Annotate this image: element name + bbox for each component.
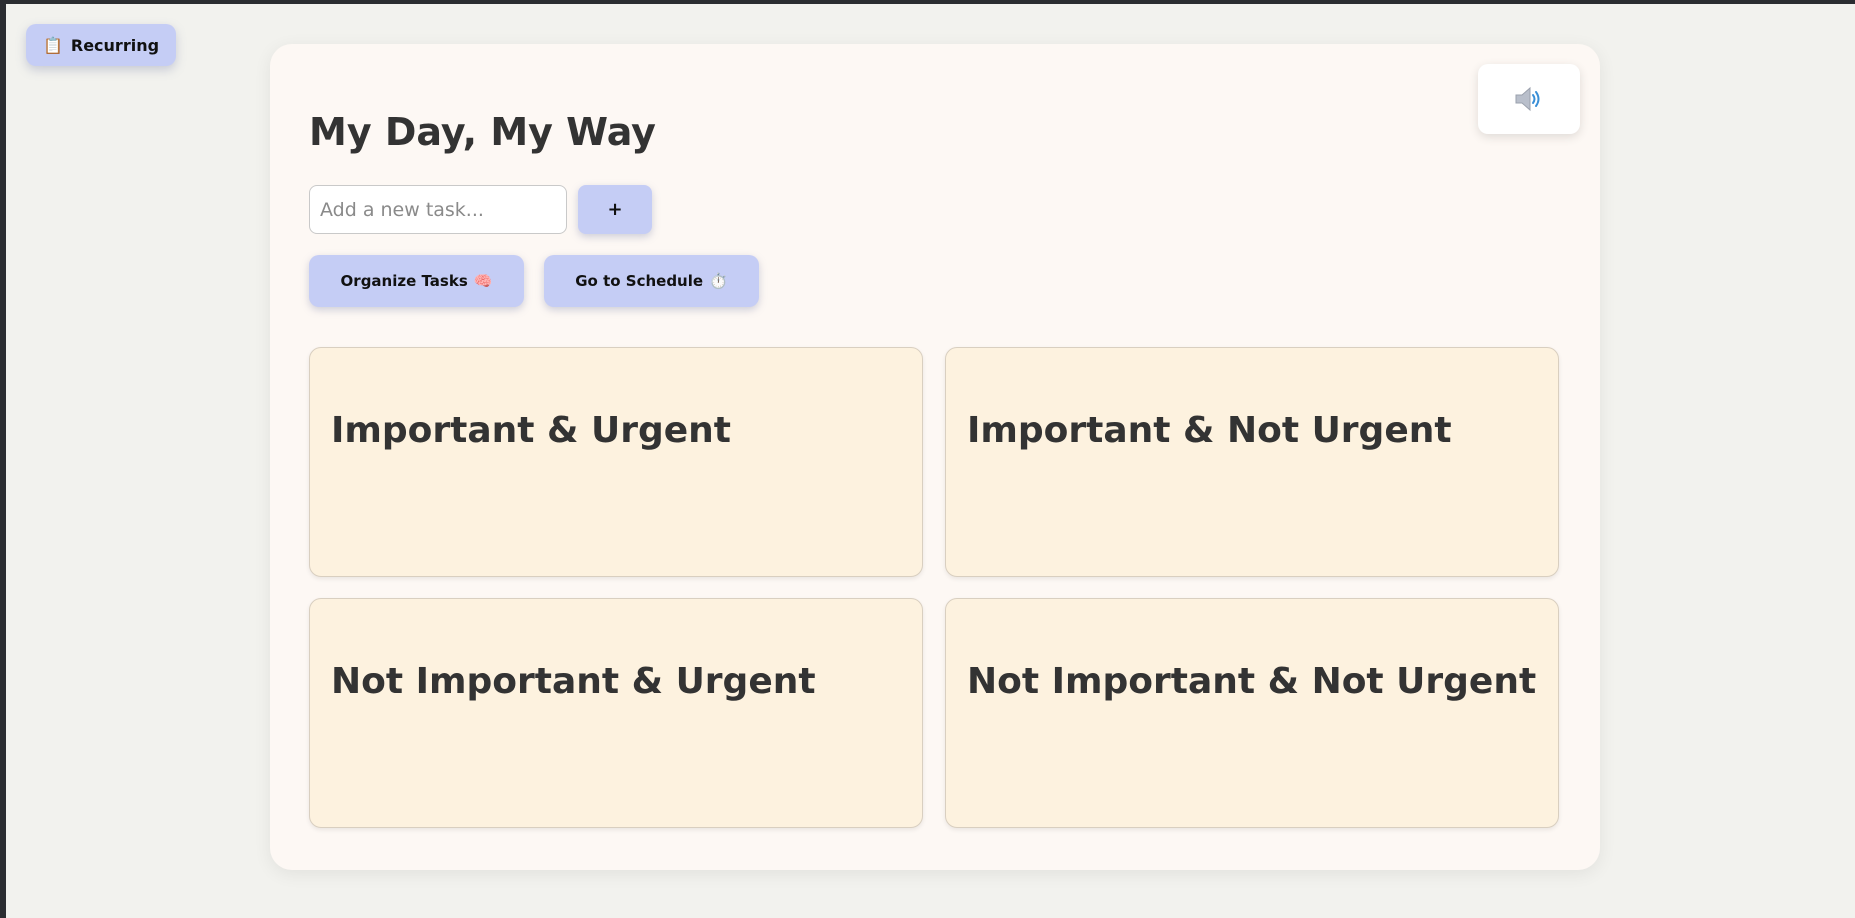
sound-toggle-button[interactable] (1478, 64, 1580, 134)
quadrant-title: Important & Urgent (331, 410, 731, 451)
quadrant-title: Not Important & Not Urgent (967, 661, 1537, 702)
window-top-edge (0, 0, 1855, 4)
organize-tasks-label: Organize Tasks (340, 272, 468, 290)
go-to-schedule-button[interactable]: Go to Schedule ⏱️ (544, 255, 759, 307)
add-task-button[interactable]: + (578, 185, 652, 234)
new-task-input[interactable] (309, 185, 567, 234)
recurring-button[interactable]: 📋 Recurring (26, 24, 176, 66)
speaker-icon (1515, 86, 1540, 112)
clipboard-icon: 📋 (42, 35, 63, 55)
main-card: My Day, My Way + Organize Tasks 🧠 Go to … (270, 44, 1600, 870)
quadrant-title: Not Important & Urgent (331, 661, 816, 702)
quadrant-not-important-urgent[interactable]: Not Important & Urgent (309, 598, 923, 828)
quadrant-not-important-not-urgent[interactable]: Not Important & Not Urgent (945, 598, 1559, 828)
recurring-button-label: Recurring (70, 35, 160, 55)
quadrant-important-not-urgent[interactable]: Important & Not Urgent (945, 347, 1559, 577)
quadrant-title: Important & Not Urgent (967, 410, 1452, 451)
go-to-schedule-label: Go to Schedule (575, 272, 704, 290)
window-left-edge (0, 0, 6, 918)
brain-icon: 🧠 (473, 272, 493, 290)
page-title: My Day, My Way (309, 110, 656, 154)
quadrant-important-urgent[interactable]: Important & Urgent (309, 347, 923, 577)
stopwatch-icon: ⏱️ (709, 272, 728, 290)
organize-tasks-button[interactable]: Organize Tasks 🧠 (309, 255, 524, 307)
